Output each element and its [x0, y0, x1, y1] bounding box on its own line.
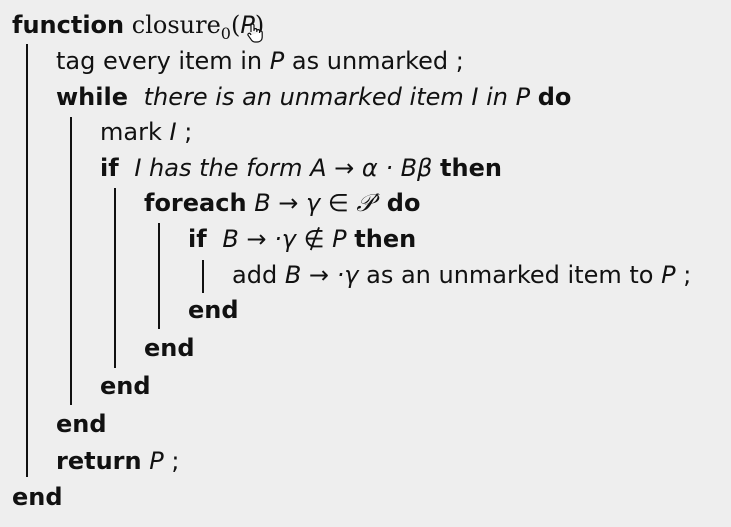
end-function: end	[12, 483, 63, 511]
inner-if-then-keyword: then	[354, 225, 417, 253]
add-text-b: as an unmarked item to	[358, 261, 662, 289]
while-line: while there is an unmarked item I in P d…	[56, 82, 571, 112]
mark-text: mark	[100, 118, 170, 146]
inner-if-expr: B → ·γ ∉ P	[222, 225, 347, 253]
function-keyword: function	[12, 11, 125, 39]
foreach-do-keyword: do	[386, 189, 421, 217]
add-text-a: add	[232, 261, 285, 289]
tag-items-line: tag every item in P as unmarked ;	[56, 46, 464, 76]
if-condition: I has the form A → α · Bβ	[134, 154, 433, 182]
mark-line: mark I ;	[100, 117, 192, 147]
end-if: end	[100, 372, 151, 400]
if-then-keyword: then	[440, 154, 502, 182]
add-expr: B → ·γ	[284, 261, 359, 289]
foreach-keyword: foreach	[144, 189, 247, 217]
inner-if-keyword: if	[188, 225, 207, 253]
inner-if-line: if B → ·γ ∉ P then	[188, 224, 416, 254]
while-block-bar	[70, 117, 72, 405]
end-inner-if: end	[188, 296, 239, 324]
tag-text-b: as unmarked ;	[284, 47, 464, 75]
while-keyword: while	[56, 83, 128, 111]
add-var: P	[661, 261, 676, 289]
while-do-keyword: do	[537, 83, 572, 111]
function-header: function closure0(P)	[12, 10, 264, 49]
return-semi: ;	[163, 447, 180, 475]
foreach-line: foreach B → γ ∈ 𝒫′ do	[144, 188, 420, 218]
add-item-line: add B → ·γ as an unmarked item to P ;	[232, 260, 691, 290]
function-block-bar	[26, 44, 28, 477]
foreach-expr: B → γ ∈ 𝒫′	[254, 189, 380, 217]
end-while: end	[56, 410, 107, 438]
function-name: closure0	[131, 11, 231, 43]
inner-if-block-bar	[202, 260, 204, 293]
hand-cursor-icon	[247, 23, 263, 43]
return-var: P	[149, 447, 164, 475]
mark-var: I	[169, 118, 177, 146]
open-paren: (	[230, 11, 241, 39]
algorithm-block: function closure0(P) tag every item in P…	[0, 0, 731, 527]
tag-text-a: tag every item in	[56, 47, 270, 75]
if-keyword: if	[100, 154, 119, 182]
end-foreach: end	[144, 334, 195, 362]
tag-var: P	[269, 47, 285, 75]
if-form-line: if I has the form A → α · Bβ then	[100, 153, 502, 183]
while-condition: there is an unmarked item I in P	[143, 83, 531, 111]
add-semi: ;	[675, 261, 692, 289]
mark-semi: ;	[176, 118, 193, 146]
return-keyword: return	[56, 447, 142, 475]
foreach-block-bar	[158, 223, 160, 329]
return-line: return P ;	[56, 446, 179, 476]
if-block-bar	[114, 188, 116, 368]
